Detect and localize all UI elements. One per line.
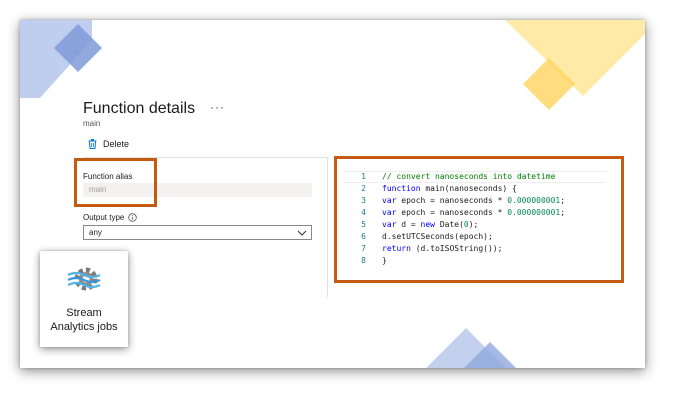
more-options-button[interactable]: ···: [210, 100, 225, 114]
output-type-value: any: [89, 228, 102, 237]
code-highlight-box: [334, 156, 624, 283]
delete-label: Delete: [103, 139, 130, 149]
stream-analytics-jobs-card: Stream Analytics jobs: [40, 251, 128, 347]
page-subtitle: main: [83, 119, 101, 128]
decorative-bottom-diamonds: [426, 328, 516, 368]
delete-button[interactable]: Delete: [88, 139, 129, 149]
info-icon[interactable]: [128, 213, 138, 222]
alias-highlight-box: [74, 158, 157, 207]
page-title: Function details: [83, 100, 196, 117]
decorative-blue-diamonds: [20, 20, 102, 98]
output-type-dropdown[interactable]: any: [83, 225, 312, 240]
trash-icon: [88, 139, 97, 149]
output-type-label: Output type: [83, 213, 138, 222]
service-label: Stream Analytics jobs: [50, 307, 118, 333]
divider-vertical: [327, 157, 328, 297]
chevron-down-icon: [297, 230, 307, 236]
stream-analytics-gear-icon: [67, 267, 101, 291]
decorative-yellow-diamonds: [505, 20, 645, 110]
